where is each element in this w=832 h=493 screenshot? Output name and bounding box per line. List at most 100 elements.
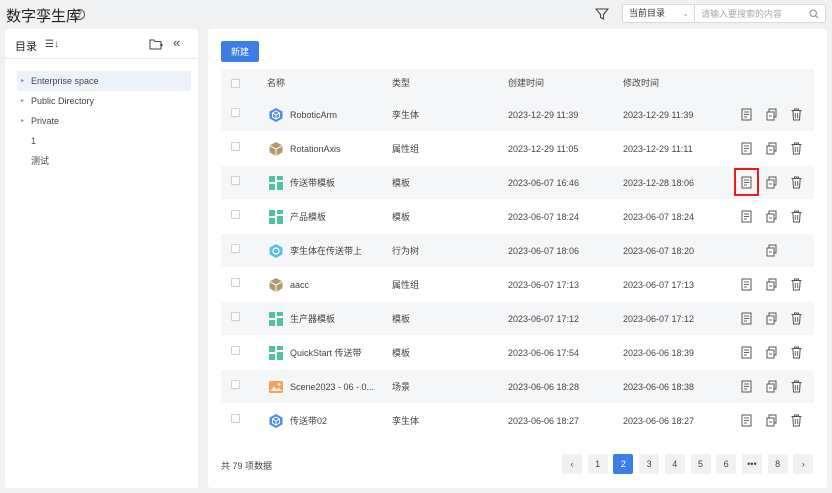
table-row[interactable]: Scene2023 - 06 - 0... 场景 2023-06-06 18:28 2… [221,370,814,404]
copy-icon[interactable] [766,176,777,189]
row-type: 模板 [392,178,411,188]
sidebar-item-label: Public Directory [31,96,95,106]
next-page-button[interactable]: › [793,454,814,474]
row-name[interactable]: aacc [290,268,309,302]
sidebar-item[interactable]: ▸ Enterprise space [17,71,191,91]
document-icon[interactable] [741,108,752,121]
document-icon[interactable] [741,278,752,291]
twin-cube-icon [268,413,284,429]
row-checkbox[interactable] [231,380,240,389]
copy-icon[interactable] [766,380,777,393]
sidebar-item[interactable]: ▸ Private [17,111,191,131]
row-checkbox[interactable] [231,210,240,219]
row-checkbox[interactable] [231,142,240,151]
new-button[interactable]: 新建 [221,41,259,62]
twin-cube-icon [268,107,284,123]
page-button[interactable]: 6 [716,454,737,474]
row-checkbox[interactable] [231,278,240,287]
prev-page-button[interactable]: ‹ [562,454,582,474]
trash-icon[interactable] [791,380,802,393]
page-button[interactable]: 5 [690,454,711,474]
row-created: 2023-12-29 11:39 [508,110,579,120]
document-icon[interactable] [741,346,752,359]
document-icon[interactable] [741,142,752,155]
filter-icon[interactable] [595,7,609,21]
copy-icon[interactable] [766,108,777,121]
table-row[interactable]: 产品模板 模板 2023-06-07 18:24 2023-06-07 18:24 [221,200,814,234]
copy-icon[interactable] [766,414,777,427]
document-icon[interactable] [741,210,752,223]
search-input[interactable] [695,5,805,22]
sidebar-item-label: Enterprise space [31,76,99,86]
row-checkbox[interactable] [231,312,240,321]
page-button[interactable]: 4 [664,454,685,474]
row-created: 2023-06-06 17:54 [508,348,580,358]
row-checkbox[interactable] [231,176,240,185]
new-folder-icon[interactable] [149,38,163,50]
table-row[interactable]: QuickStart 传送带 模板 2023-06-06 17:54 2023-06-… [221,336,814,370]
row-type: 行为树 [392,246,420,256]
copy-icon[interactable] [766,346,777,359]
copy-icon[interactable] [766,312,777,325]
property-group-icon [268,141,284,157]
page-button[interactable]: 2 [613,454,634,474]
document-icon[interactable] [741,312,752,325]
trash-icon[interactable] [791,176,802,189]
trash-icon[interactable] [791,210,802,223]
row-checkbox[interactable] [231,108,240,117]
row-name[interactable]: 孪生体在传送带上 [290,234,362,268]
help-icon[interactable]: ? [74,9,85,20]
sidebar-item[interactable]: 测试 [17,151,191,171]
row-name[interactable]: QuickStart 传送带 [290,336,362,370]
row-checkbox[interactable] [231,414,240,423]
caret-right-icon[interactable]: ▸ [21,91,24,111]
row-name[interactable]: 传送带02 [290,404,327,438]
table-row[interactable]: 传送带模板 模板 2023-06-07 16:46 2023-12-28 18:06 [221,166,814,200]
row-name[interactable]: 生产器模板 [290,302,335,336]
copy-icon[interactable] [766,210,777,223]
collapse-sidebar-icon[interactable]: « [173,35,180,50]
row-name[interactable]: 产品模板 [290,200,326,234]
header-modified: 修改时间 [623,78,660,88]
table-row[interactable]: 传送带02 孪生体 2023-06-06 18:27 2023-06-06 18:27 [221,404,814,438]
copy-icon[interactable] [766,278,777,291]
row-modified: 2023-06-07 18:20 [623,246,695,256]
page-button[interactable]: 8 [767,454,788,474]
row-name[interactable]: RotationAxis [290,132,341,166]
row-actions [741,244,807,258]
row-name[interactable]: RoboticArm [290,98,337,132]
sidebar-title: 目录 [15,41,37,53]
more-pages-button[interactable]: ••• [741,454,762,474]
table-row[interactable]: RotationAxis 属性组 2023-12-29 11:05 2023-12-2… [221,132,814,166]
select-all-checkbox[interactable] [231,79,240,88]
page-button[interactable]: 3 [639,454,660,474]
trash-icon[interactable] [791,278,802,291]
page-button[interactable]: 1 [587,454,608,474]
table-row[interactable]: aacc 属性组 2023-06-07 17:13 2023-06-07 17:13 [221,268,814,302]
table-row[interactable]: RoboticArm 孪生体 2023-12-29 11:39 2023-12-29 … [221,98,814,132]
row-name[interactable]: 传送带模板 [290,166,335,200]
trash-icon[interactable] [791,414,802,427]
trash-icon[interactable] [791,312,802,325]
table-row[interactable]: 孪生体在传送带上 行为树 2023-06-07 18:06 2023-06-07 18… [221,234,814,268]
sidebar-item[interactable]: 1 [17,131,191,151]
row-name[interactable]: Scene2023 - 06 - 0... [290,370,374,404]
row-checkbox[interactable] [231,346,240,355]
copy-icon[interactable] [766,142,777,155]
trash-icon[interactable] [791,108,802,121]
search-icon[interactable] [809,9,819,19]
row-modified: 2023-12-29 11:11 [623,144,693,154]
template-icon [268,345,284,361]
sidebar-item[interactable]: ▸ Public Directory [17,91,191,111]
scope-select[interactable]: 当前目录 ⌄ [622,4,695,23]
document-icon[interactable] [741,380,752,393]
sort-icon[interactable]: ☰↓ [45,39,59,50]
trash-icon[interactable] [791,142,802,155]
document-icon[interactable] [741,414,752,427]
table-row[interactable]: 生产器模板 模板 2023-06-07 17:12 2023-06-07 17:12 [221,302,814,336]
trash-icon[interactable] [791,346,802,359]
caret-right-icon[interactable]: ▸ [21,111,24,131]
row-checkbox[interactable] [231,244,240,253]
caret-right-icon[interactable]: ▸ [21,71,24,91]
copy-icon[interactable] [766,244,777,257]
